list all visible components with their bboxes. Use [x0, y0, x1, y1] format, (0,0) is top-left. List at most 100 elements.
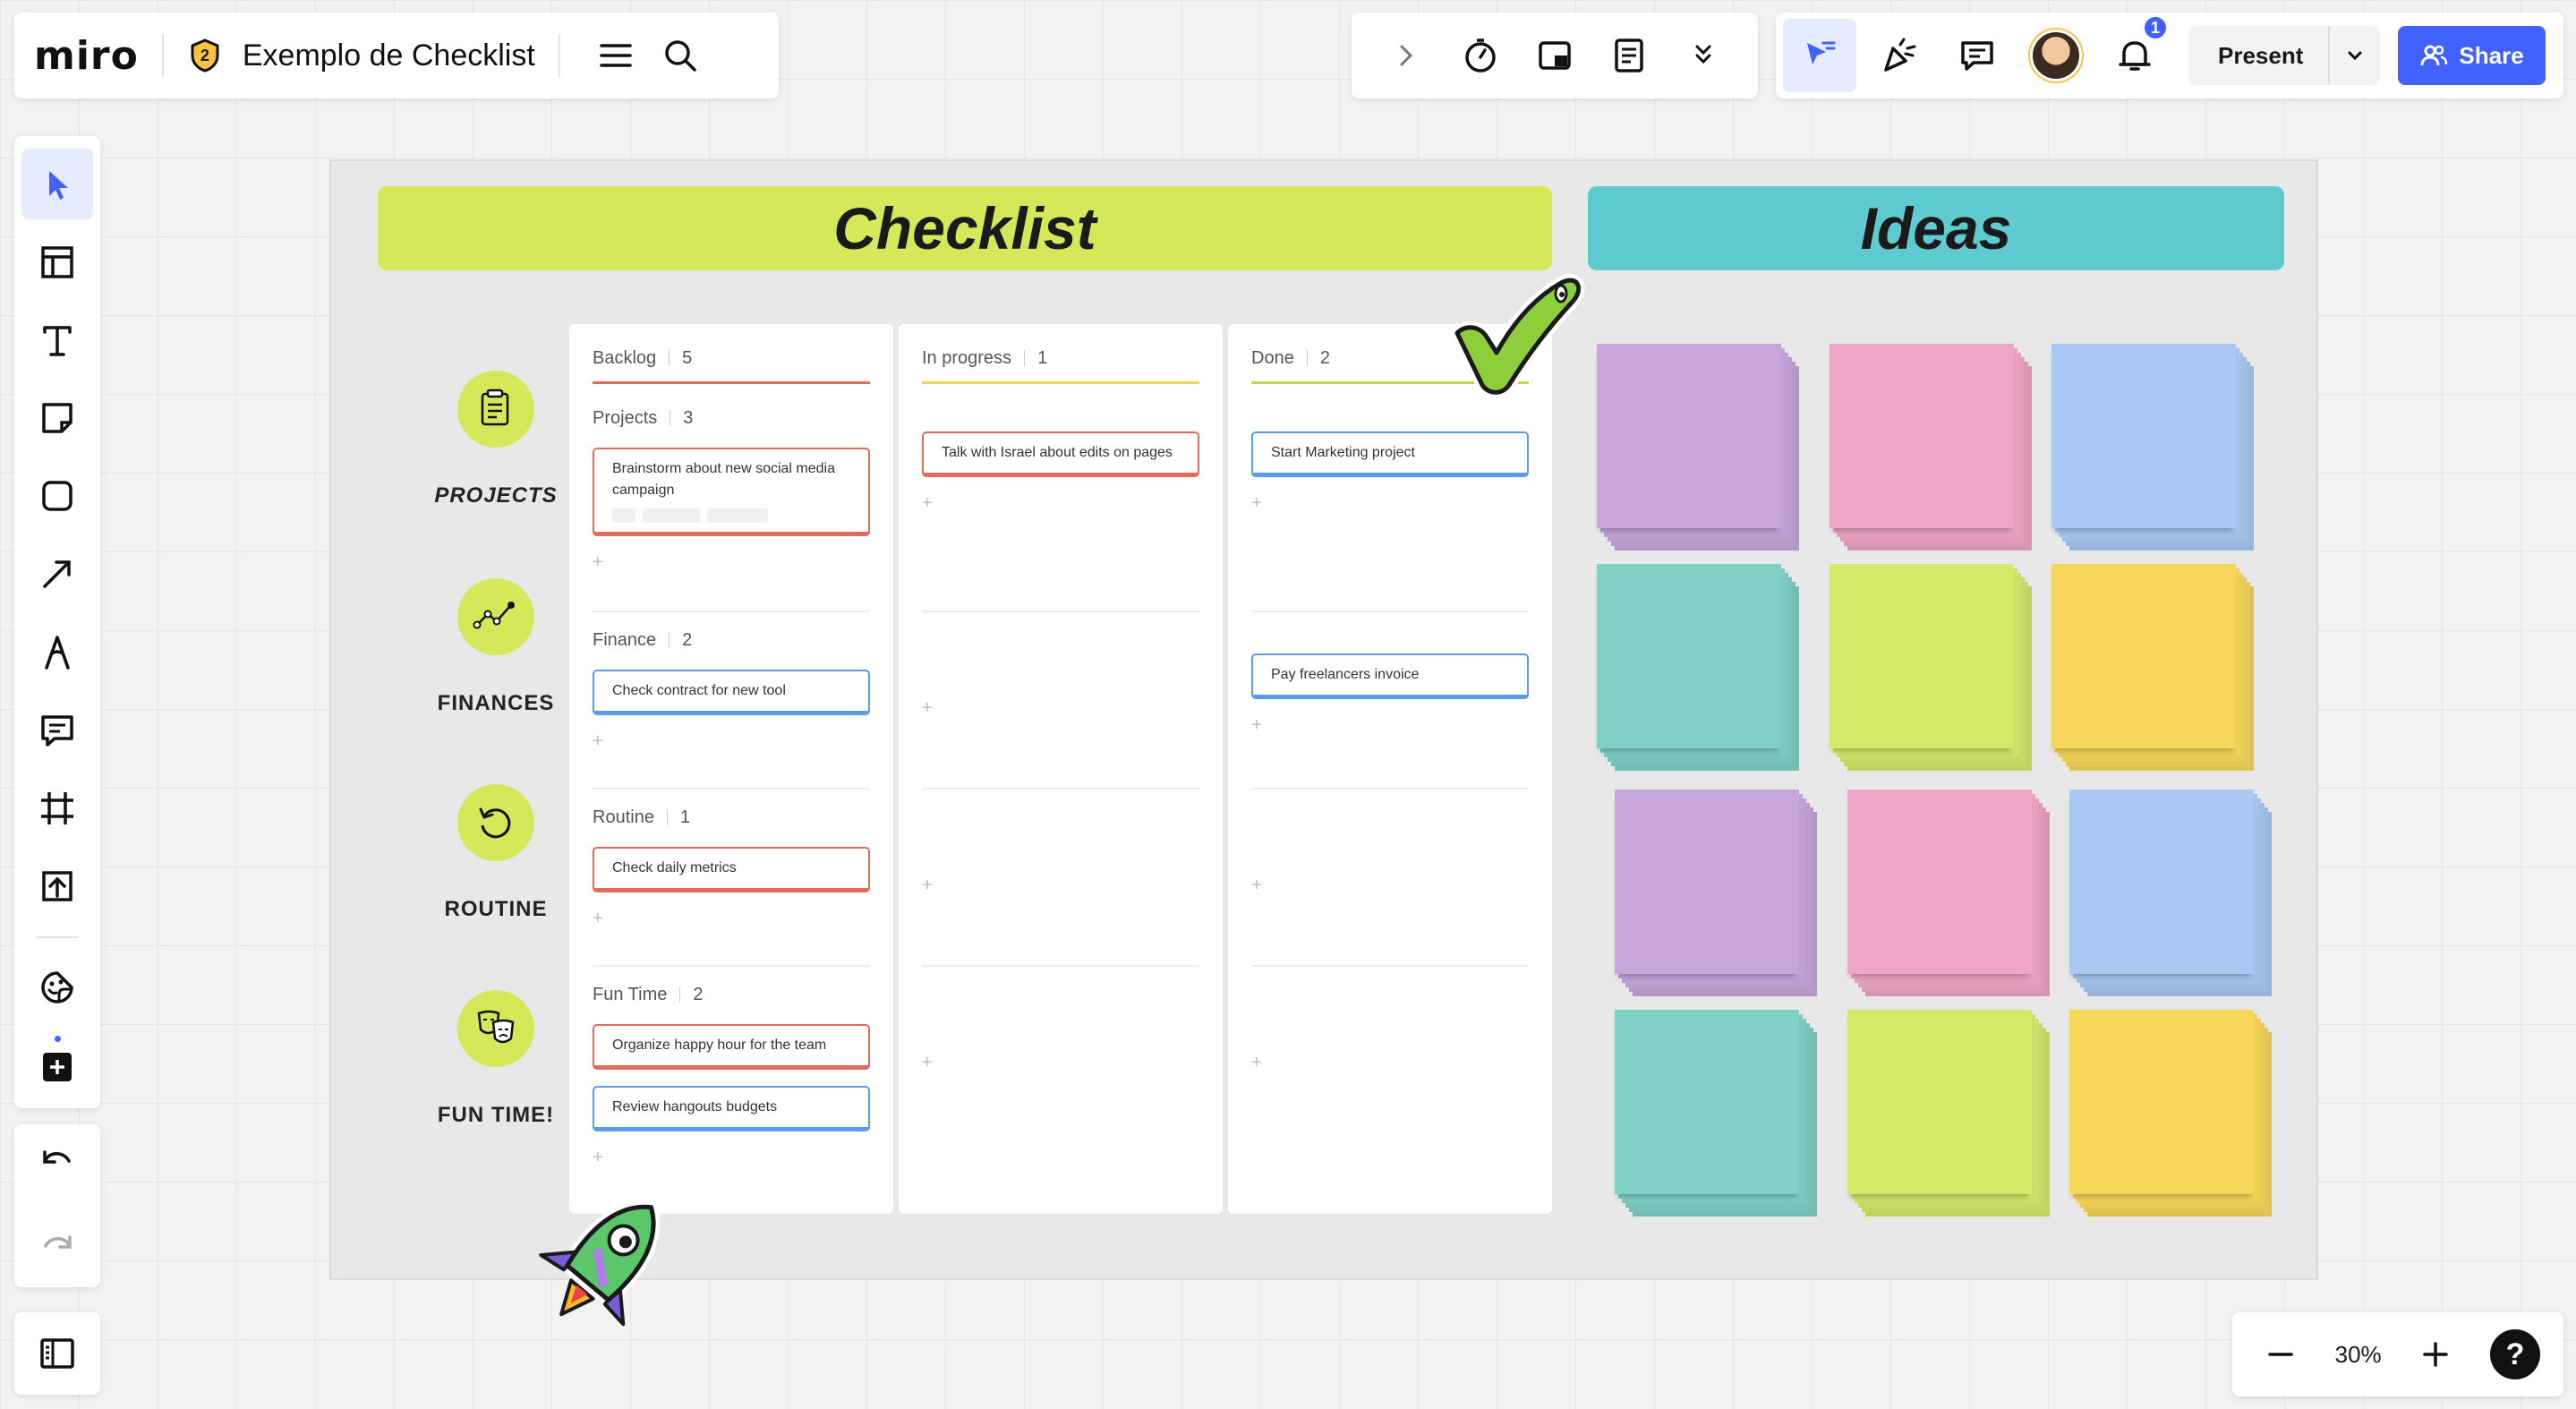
notes-button[interactable] [1597, 23, 1661, 88]
sticky-note[interactable] [2051, 564, 2236, 748]
expand-toolbar-button[interactable] [1374, 23, 1438, 88]
category-fun-time[interactable]: FUN TIME! [415, 990, 576, 1128]
sticky-note-stack[interactable] [1597, 344, 1803, 555]
timer-button[interactable] [1448, 23, 1513, 88]
kanban-card[interactable]: Review hangouts budgets [593, 1086, 870, 1131]
rocket-sticker-icon[interactable] [516, 1182, 695, 1343]
zoom-in-button[interactable] [2410, 1329, 2461, 1379]
kanban-card[interactable]: Check contract for new tool [593, 670, 870, 715]
group-fun-time: + [922, 1037, 1199, 1073]
group-title: Finance [593, 629, 657, 650]
video-chat-button[interactable] [1523, 23, 1587, 88]
checklist-banner[interactable]: Checklist [378, 186, 1552, 270]
kanban-card[interactable]: Start Marketing project [1251, 431, 1529, 477]
category-finances[interactable]: FINANCES [415, 578, 576, 716]
sticky-note-stack[interactable] [1830, 564, 2035, 775]
sticky-note-stack[interactable] [1830, 344, 2035, 555]
miro-logo[interactable]: miro [34, 33, 139, 79]
sticky-note[interactable] [1615, 1010, 1799, 1194]
add-card-button[interactable]: + [922, 698, 1199, 719]
sticky-note[interactable] [1847, 790, 2032, 974]
pen-tool[interactable] [21, 617, 93, 687]
board-frame[interactable]: Checklist Ideas PROJECTS FINANCES ROUTIN… [329, 159, 2318, 1327]
help-button[interactable]: ? [2489, 1329, 2540, 1379]
add-card-button[interactable]: + [593, 552, 870, 573]
category-routine[interactable]: ROUTINE [415, 784, 576, 922]
cursor-mode-button[interactable] [1783, 19, 1856, 92]
add-card-button[interactable]: + [1251, 493, 1529, 514]
category-projects[interactable]: PROJECTS [415, 371, 576, 508]
kanban-column-done[interactable]: Done 2 Start Marketing project + Pay fre… [1228, 324, 1552, 1214]
add-card-button[interactable]: + [593, 909, 870, 929]
sticky-note[interactable] [2069, 790, 2254, 974]
kanban-card[interactable]: Brainstorm about new social media campai… [593, 448, 870, 536]
upload-tool[interactable] [21, 851, 93, 922]
add-card-button[interactable]: + [922, 1053, 1199, 1073]
sticky-note[interactable] [2069, 1010, 2254, 1194]
add-card-button[interactable]: + [922, 875, 1199, 896]
redo-button[interactable] [21, 1209, 93, 1280]
divider [161, 34, 164, 77]
sidebar-toggle-button[interactable] [14, 1312, 100, 1395]
menu-button[interactable] [584, 23, 648, 88]
notifications-button[interactable]: 1 [2098, 15, 2171, 92]
group-routine: + [1251, 859, 1529, 896]
present-button[interactable]: Present [2189, 26, 2331, 85]
reactions-button[interactable] [1862, 19, 1935, 92]
present-options-button[interactable] [2330, 45, 2380, 66]
user-avatar-button[interactable] [2019, 19, 2093, 92]
search-button[interactable] [648, 23, 712, 88]
sticky-note-stack[interactable] [1615, 1010, 1821, 1221]
plan-shield-icon[interactable]: 2 [187, 38, 223, 73]
connection-line-tool[interactable] [21, 539, 93, 610]
shapes-tool[interactable] [21, 461, 93, 532]
sticky-note[interactable] [1830, 344, 2014, 528]
add-card-button[interactable]: + [593, 1148, 870, 1168]
kanban-column-in-progress[interactable]: In progress 1 Talk with Israel about edi… [899, 324, 1223, 1214]
sticky-note-stack[interactable] [2069, 1010, 2275, 1221]
comment-tool[interactable] [21, 695, 93, 765]
sticky-note[interactable] [2051, 344, 2236, 528]
add-card-button[interactable]: + [1251, 1053, 1529, 1073]
divider [36, 935, 79, 938]
zoom-out-button[interactable] [2256, 1329, 2306, 1379]
sticky-note-stack[interactable] [1615, 790, 1821, 1001]
add-card-button[interactable]: + [922, 493, 1199, 514]
row-divider [1251, 611, 1529, 612]
add-card-button[interactable]: + [1251, 715, 1529, 736]
sticky-note[interactable] [1830, 564, 2014, 748]
sticky-note[interactable] [1597, 344, 1781, 528]
comments-button[interactable] [1941, 19, 2014, 92]
sticky-note[interactable] [1597, 564, 1781, 748]
sticky-note[interactable] [1615, 790, 1799, 974]
kanban-card[interactable]: Check daily metrics [593, 847, 870, 892]
select-tool[interactable] [21, 149, 93, 220]
checkmark-sticker-icon[interactable] [1445, 274, 1588, 399]
add-card-button[interactable]: + [593, 731, 870, 752]
more-apps-tool[interactable] [21, 1030, 93, 1101]
frame-tool[interactable] [21, 773, 93, 843]
kanban-card[interactable]: Talk with Israel about edits on pages [922, 431, 1199, 477]
sticky-note-stack[interactable] [1847, 790, 2053, 1001]
kanban-card[interactable]: Organize happy hour for the team [593, 1024, 870, 1070]
share-button[interactable]: Share [2398, 26, 2546, 85]
sticky-note-stack[interactable] [1847, 1010, 2053, 1221]
text-tool[interactable] [21, 304, 93, 375]
ideas-banner[interactable]: Ideas [1588, 186, 2284, 270]
board-title[interactable]: Exemplo de Checklist [243, 38, 535, 73]
sticky-note-stack[interactable] [2069, 790, 2275, 1001]
sticky-note-stack[interactable] [2051, 564, 2257, 775]
stickers-tool[interactable] [21, 952, 93, 1023]
sticky-note-stack[interactable] [1597, 564, 1803, 775]
zoom-level[interactable]: 30% [2335, 1341, 2382, 1369]
card-text: Check daily metrics [612, 860, 737, 875]
templates-tool[interactable] [21, 226, 93, 297]
kanban-card[interactable]: Pay freelancers invoice [1251, 653, 1529, 699]
kanban-column-backlog[interactable]: Backlog 5 Projects 3 Brainstorm about new… [569, 324, 893, 1214]
sticky-note-stack[interactable] [2051, 344, 2257, 555]
undo-button[interactable] [21, 1124, 93, 1195]
sticky-note-tool[interactable] [21, 383, 93, 454]
more-tools-button[interactable] [1671, 23, 1736, 88]
sticky-note[interactable] [1847, 1010, 2032, 1194]
add-card-button[interactable]: + [1251, 875, 1529, 896]
